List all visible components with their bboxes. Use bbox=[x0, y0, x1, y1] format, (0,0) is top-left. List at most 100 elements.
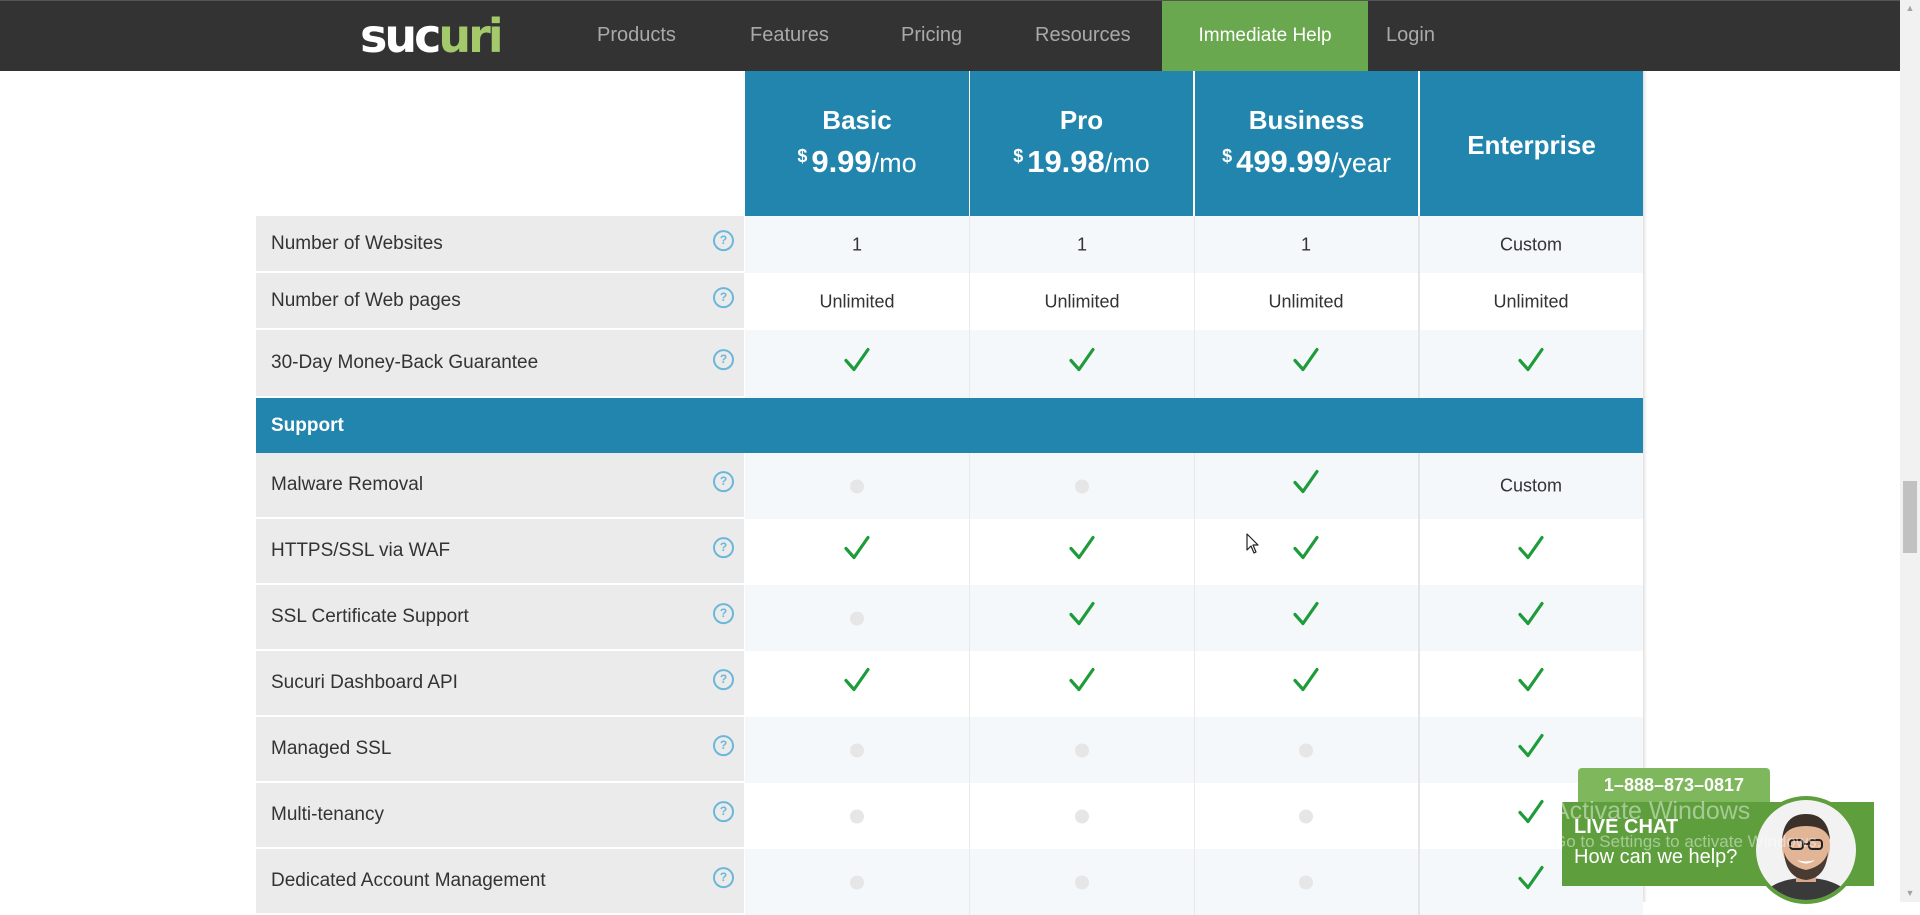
feature-label-cell: Dedicated Account Management? bbox=[256, 849, 744, 913]
cell-value: Unlimited bbox=[819, 291, 895, 311]
nav-pricing[interactable]: Pricing bbox=[901, 1, 962, 71]
help-circle-icon[interactable]: ? bbox=[713, 801, 734, 823]
cell-value-unavailable bbox=[1194, 806, 1418, 827]
plan-cell bbox=[1194, 519, 1420, 585]
check-icon bbox=[1293, 347, 1319, 372]
plan-cell bbox=[970, 585, 1195, 651]
nav-products[interactable]: Products bbox=[597, 1, 676, 71]
nav-resources[interactable]: Resources bbox=[1035, 1, 1131, 71]
plan-amount: 19.98 bbox=[1027, 144, 1105, 179]
section-header-support: Support bbox=[256, 398, 1643, 453]
feature-label: HTTPS/SSL via WAF bbox=[271, 540, 451, 561]
dot-icon bbox=[850, 875, 864, 890]
plan-cell bbox=[1194, 585, 1420, 651]
scroll-thumb[interactable] bbox=[1903, 481, 1917, 553]
plan-cell: 1 bbox=[745, 216, 970, 273]
feature-label-cell: Managed SSL? bbox=[256, 717, 744, 781]
plan-price: $9.99/mo bbox=[745, 144, 969, 180]
nav-features[interactable]: Features bbox=[750, 1, 829, 71]
feature-label-cell: Number of Websites? bbox=[256, 216, 744, 271]
plan-currency: $ bbox=[1013, 146, 1024, 166]
page-scrollbar[interactable]: ▲ ▼ bbox=[1900, 0, 1920, 902]
plan-cells bbox=[745, 849, 1643, 915]
plan-cell bbox=[745, 849, 970, 915]
cell-value-check bbox=[1419, 347, 1643, 380]
cell-value-unavailable bbox=[745, 806, 969, 827]
check-icon bbox=[1518, 865, 1544, 890]
cell-value-check bbox=[1419, 733, 1643, 766]
feature-label: Number of Websites bbox=[271, 232, 443, 254]
feature-label: 30-Day Money-Back Guarantee bbox=[271, 352, 539, 373]
cell-value-unavailable bbox=[745, 740, 969, 761]
scroll-down-arrow-icon[interactable]: ▼ bbox=[1900, 885, 1920, 902]
top-navigation-bar: sucuri Products Features Pricing Resourc… bbox=[0, 0, 1900, 71]
plan-cell bbox=[745, 783, 970, 849]
cell-value-unavailable bbox=[745, 872, 969, 893]
sucuri-logo[interactable]: sucuri bbox=[360, 13, 504, 59]
check-icon bbox=[1293, 469, 1319, 494]
feature-label: SSL Certificate Support bbox=[271, 606, 469, 627]
scroll-up-arrow-icon[interactable]: ▲ bbox=[1900, 0, 1920, 17]
dot-icon bbox=[1075, 479, 1089, 494]
table-row: SSL Certificate Support? bbox=[256, 585, 1644, 651]
plan-amount: 499.99 bbox=[1236, 144, 1331, 179]
cell-value-check bbox=[745, 535, 969, 568]
plan-cells: Custom bbox=[745, 453, 1643, 519]
plan-cell bbox=[1419, 330, 1643, 398]
cell-value-unavailable bbox=[970, 806, 1194, 827]
dot-icon bbox=[850, 479, 864, 494]
plan-period: /year bbox=[1330, 148, 1391, 178]
check-icon bbox=[1069, 601, 1095, 626]
feature-label: Dedicated Account Management bbox=[271, 870, 546, 891]
plan-cells bbox=[745, 519, 1643, 585]
check-icon bbox=[1069, 535, 1095, 560]
plan-period: /mo bbox=[1104, 148, 1150, 178]
live-chat-title: LIVE CHAT bbox=[1574, 816, 1679, 838]
table-row: Malware Removal? Custom bbox=[256, 453, 1644, 519]
check-icon bbox=[1518, 535, 1544, 560]
help-circle-icon[interactable]: ? bbox=[713, 286, 734, 308]
support-agent-avatar[interactable] bbox=[1752, 796, 1860, 904]
phone-number-tab[interactable]: 1–888–873–0817 bbox=[1578, 768, 1770, 802]
plan-currency: $ bbox=[1222, 146, 1233, 166]
dot-icon bbox=[1075, 743, 1089, 758]
cell-value: Custom bbox=[1499, 475, 1562, 496]
help-circle-icon[interactable]: ? bbox=[713, 349, 734, 371]
feature-label: Malware Removal bbox=[271, 474, 424, 495]
cell-value-unavailable bbox=[970, 476, 1194, 497]
cell-value: Custom bbox=[1499, 234, 1562, 254]
plan-cell bbox=[970, 453, 1195, 519]
plan-price: $19.98/mo bbox=[970, 144, 1193, 180]
check-icon bbox=[1518, 667, 1544, 692]
cell-value-check bbox=[970, 667, 1194, 700]
immediate-help-button[interactable]: Immediate Help bbox=[1162, 1, 1368, 71]
nav-login[interactable]: Login bbox=[1386, 1, 1435, 71]
logo-text-right: uri bbox=[438, 9, 503, 63]
cell-value-unavailable bbox=[1194, 872, 1418, 893]
plan-cell bbox=[745, 585, 970, 651]
help-circle-icon[interactable]: ? bbox=[713, 229, 734, 251]
help-circle-icon[interactable]: ? bbox=[713, 471, 734, 493]
plan-cell: Unlimited bbox=[1419, 273, 1643, 330]
live-chat-subtitle: How can we help? bbox=[1574, 846, 1738, 868]
plan-name: Pro bbox=[1059, 105, 1104, 135]
dot-icon bbox=[850, 611, 864, 626]
feature-label-cell: Malware Removal? bbox=[256, 453, 744, 517]
plan-cell bbox=[970, 717, 1195, 783]
plan-cell: Unlimited bbox=[745, 273, 970, 330]
help-circle-icon[interactable]: ? bbox=[713, 669, 734, 691]
feature-label: Sucuri Dashboard API bbox=[271, 672, 458, 693]
dot-icon bbox=[1075, 809, 1089, 824]
plan-cell bbox=[970, 849, 1195, 915]
cell-value: Unlimited bbox=[1044, 291, 1120, 311]
plan-cell bbox=[970, 783, 1195, 849]
cell-value-check bbox=[1194, 347, 1418, 380]
cell-value-check bbox=[970, 601, 1194, 634]
plan-cell bbox=[970, 330, 1195, 398]
help-circle-icon[interactable]: ? bbox=[713, 537, 734, 559]
plan-cells bbox=[745, 585, 1643, 651]
plan-cell bbox=[1194, 849, 1420, 915]
help-circle-icon[interactable]: ? bbox=[713, 603, 734, 625]
help-circle-icon[interactable]: ? bbox=[713, 867, 734, 889]
help-circle-icon[interactable]: ? bbox=[713, 735, 734, 757]
